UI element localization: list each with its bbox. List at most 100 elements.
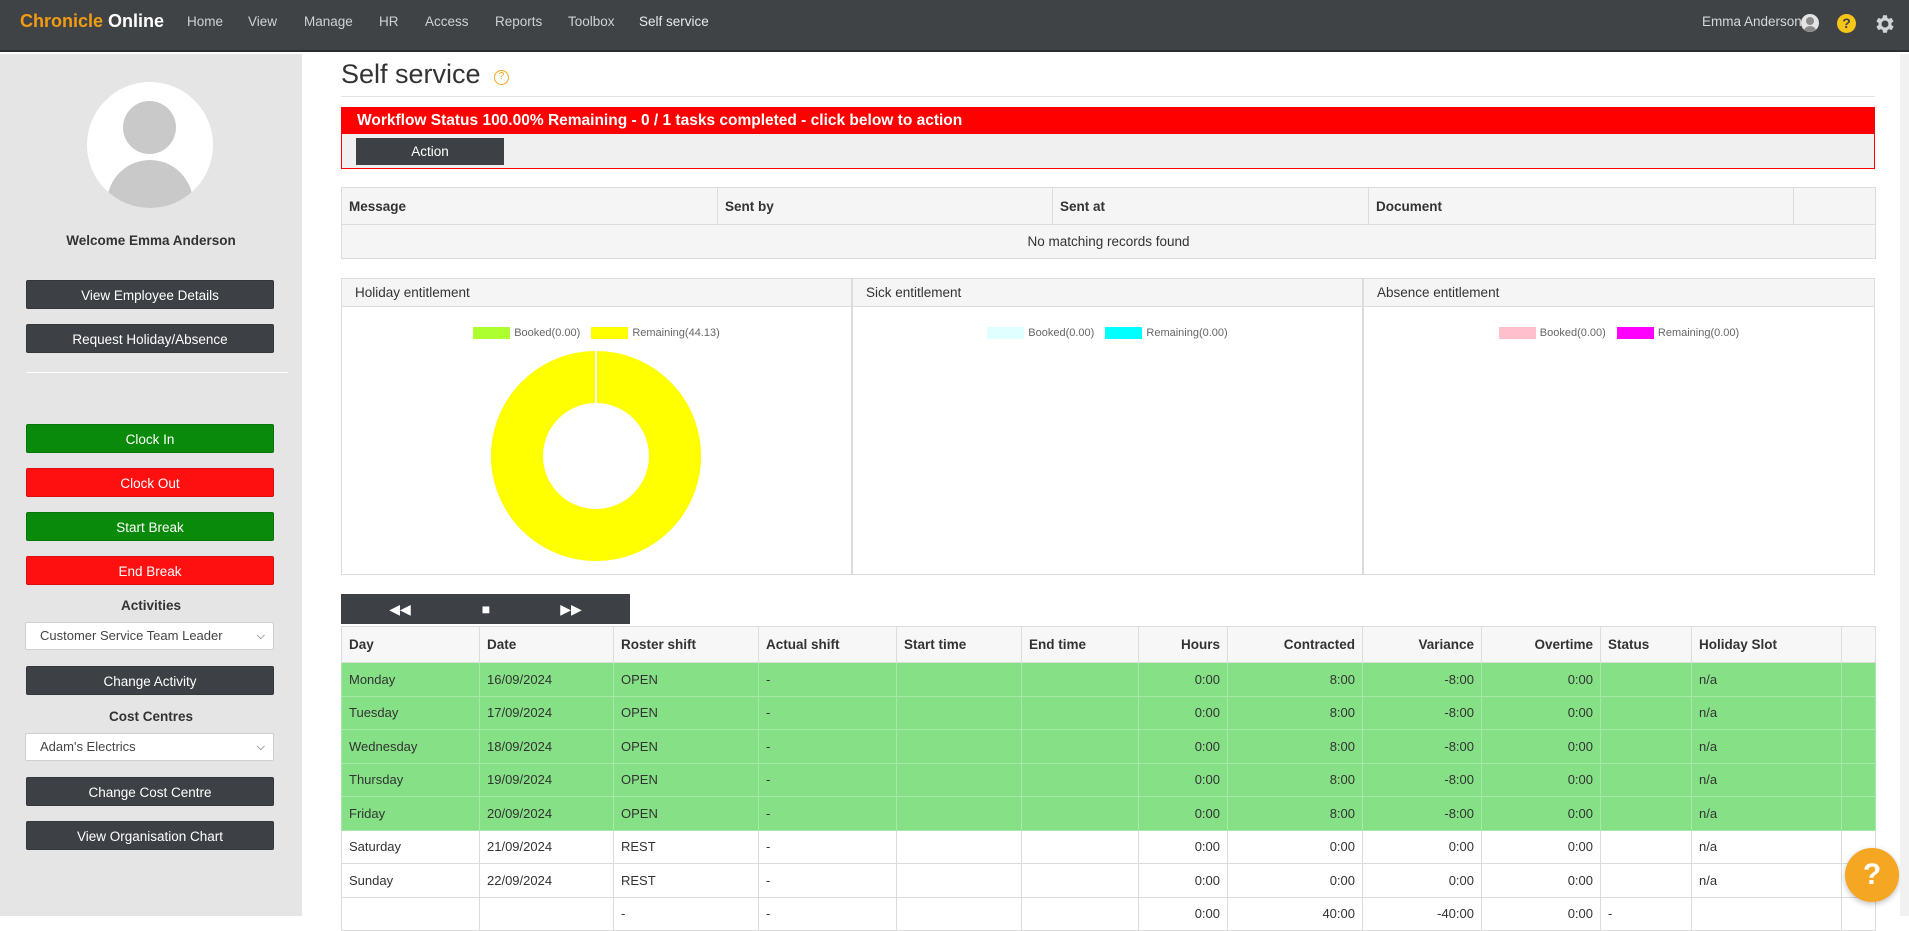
column-header[interactable]: Actual shift xyxy=(758,626,897,663)
legend-item-booked[interactable]: Booked(0.00) xyxy=(987,327,1094,340)
legend-item-remaining[interactable]: Remaining(44.13) xyxy=(591,327,720,340)
table-cell: 0:00 xyxy=(1481,662,1601,697)
end-break-button[interactable]: End Break xyxy=(26,556,274,585)
column-header[interactable]: Contracted xyxy=(1227,626,1363,663)
column-header[interactable]: Hours xyxy=(1138,626,1228,663)
request-holiday-button[interactable]: Request Holiday/Absence xyxy=(26,324,274,353)
user-avatar-icon[interactable] xyxy=(1801,14,1819,32)
table-cell: 17/09/2024 xyxy=(479,695,614,730)
column-header[interactable]: Roster shift xyxy=(613,626,759,663)
table-cell: Friday xyxy=(341,796,480,831)
column-header[interactable]: End time xyxy=(1021,626,1139,663)
next-week-button[interactable]: ▶▶ xyxy=(512,594,630,624)
cost-centre-select-value: Adam's Electrics xyxy=(40,739,136,754)
clock-in-button[interactable]: Clock In xyxy=(26,424,274,453)
clock-out-button[interactable]: Clock Out xyxy=(26,468,274,497)
table-row[interactable]: Wednesday 18/09/2024 OPEN -0:00 8:00 -8:00 0:0… xyxy=(341,729,1876,764)
holiday-donut-chart xyxy=(491,350,701,561)
empty-state-text: No matching records found xyxy=(341,224,1876,259)
table-cell: REST xyxy=(613,863,759,898)
legend-label: Booked(0.00) xyxy=(514,327,581,339)
legend-swatch xyxy=(1498,327,1536,340)
nav-reports[interactable]: Reports xyxy=(495,14,542,29)
table-cell: - xyxy=(758,796,897,831)
legend-item-booked[interactable]: Booked(0.00) xyxy=(473,327,581,340)
table-cell: Sunday xyxy=(341,863,480,898)
brand-logo[interactable]: Chronicle Online xyxy=(20,11,164,32)
table-cell: 0:00 xyxy=(1362,863,1482,898)
question-circle-icon[interactable]: ? xyxy=(494,70,509,85)
table-cell xyxy=(1600,863,1692,898)
table-cell: -40:00 xyxy=(1362,896,1482,931)
workflow-status-text: Workflow Status 100.00% Remaining - 0 / … xyxy=(342,108,1874,134)
nav-hr[interactable]: HR xyxy=(379,14,399,29)
table-cell: OPEN xyxy=(613,762,759,797)
brand-part1: Chronicle xyxy=(20,11,104,31)
table-cell xyxy=(896,829,1022,864)
nav-self-service[interactable]: Self service xyxy=(639,14,709,29)
cost-centre-select[interactable]: Adam's Electrics ⌵ xyxy=(25,733,274,761)
chevron-down-icon: ⌵ xyxy=(256,630,265,642)
table-cell xyxy=(1021,863,1139,898)
roster-table: Day Date Roster shift Actual shift Start… xyxy=(341,626,1876,931)
table-row[interactable]: Friday 20/09/2024 OPEN -0:00 8:00 -8:00 0:00 n/… xyxy=(341,796,1876,831)
table-row[interactable]: Tuesday 17/09/2024 OPEN -0:00 8:00 -8:00 0:00 n… xyxy=(341,695,1876,730)
legend-item-remaining[interactable]: Remaining(0.00) xyxy=(1105,327,1228,340)
start-break-button[interactable]: Start Break xyxy=(26,512,274,541)
table-row[interactable]: Thursday 19/09/2024 OPEN -0:00 8:00 -8:00 0:00… xyxy=(341,762,1876,797)
help-chat-button[interactable]: ? xyxy=(1845,848,1899,902)
column-header[interactable]: Holiday Slot xyxy=(1691,626,1842,663)
column-header[interactable]: Day xyxy=(341,626,480,663)
column-header[interactable]: Variance xyxy=(1362,626,1482,663)
user-name[interactable]: Emma Anderson xyxy=(1702,14,1802,29)
table-cell: - xyxy=(758,896,897,931)
column-header[interactable]: Document xyxy=(1368,187,1794,225)
table-cell: 0:00 xyxy=(1138,896,1228,931)
action-button[interactable]: Action xyxy=(356,138,504,165)
nav-access[interactable]: Access xyxy=(425,14,469,29)
view-employee-details-button[interactable]: View Employee Details xyxy=(26,280,274,309)
change-cost-centre-button[interactable]: Change Cost Centre xyxy=(26,777,274,806)
column-header[interactable]: Message xyxy=(341,187,718,225)
table-cell: - xyxy=(1600,896,1692,931)
table-row[interactable]: Monday 16/09/2024 OPEN -0:00 8:00 -8:00 0:00 n/… xyxy=(341,662,1876,697)
column-header[interactable]: Date xyxy=(479,626,614,663)
avatar-head xyxy=(123,101,176,154)
table-cell: 0:00 xyxy=(1481,695,1601,730)
nav-toolbox[interactable]: Toolbox xyxy=(568,14,615,29)
table-cell: 0:00 xyxy=(1138,863,1228,898)
chart-legend: Booked(0.00) Remaining(0.00) xyxy=(853,327,1362,340)
table-cell: - xyxy=(613,896,759,931)
help-icon[interactable]: ? xyxy=(1837,14,1856,33)
column-header[interactable]: Sent at xyxy=(1052,187,1369,225)
view-org-chart-button[interactable]: View Organisation Chart xyxy=(26,821,274,850)
table-cell: -8:00 xyxy=(1362,662,1482,697)
table-cell xyxy=(896,896,1022,931)
legend-item-remaining[interactable]: Remaining(0.00) xyxy=(1616,327,1739,340)
table-cell xyxy=(1600,796,1692,831)
table-cell: n/a xyxy=(1691,695,1842,730)
column-header[interactable]: Status xyxy=(1600,626,1692,663)
activity-select[interactable]: Customer Service Team Leader ⌵ xyxy=(25,622,274,650)
legend-item-booked[interactable]: Booked(0.00) xyxy=(1498,327,1606,340)
nav-manage[interactable]: Manage xyxy=(304,14,353,29)
page-scrollbar[interactable] xyxy=(1900,54,1909,916)
table-cell: Saturday xyxy=(341,829,480,864)
table-row[interactable]: Saturday 21/09/2024 REST -0:00 0:00 0:00 0:00 n… xyxy=(341,829,1876,864)
table-cell: 0:00 xyxy=(1138,662,1228,697)
table-cell xyxy=(1600,729,1692,764)
chart-legend: Booked(0.00) Remaining(0.00) xyxy=(1364,327,1874,340)
change-activity-button[interactable]: Change Activity xyxy=(26,666,274,695)
table-row[interactable]: Sunday 22/09/2024 REST -0:00 0:00 0:00 0:00 n/a xyxy=(341,863,1876,898)
table-cell xyxy=(1021,762,1139,797)
nav-home[interactable]: Home xyxy=(187,14,223,29)
table-cell: 0:00 xyxy=(1227,829,1363,864)
table-row[interactable]: - -0:00 40:00 -40:00 0:00- xyxy=(341,896,1876,931)
gear-icon[interactable] xyxy=(1873,12,1897,36)
cost-centres-label: Cost Centres xyxy=(108,709,194,724)
top-navbar: Chronicle Online Home View Manage HR Acc… xyxy=(0,0,1909,52)
nav-view[interactable]: View xyxy=(248,14,277,29)
column-header[interactable]: Sent by xyxy=(717,187,1053,225)
column-header[interactable]: Start time xyxy=(896,626,1022,663)
column-header[interactable]: Overtime xyxy=(1481,626,1601,663)
